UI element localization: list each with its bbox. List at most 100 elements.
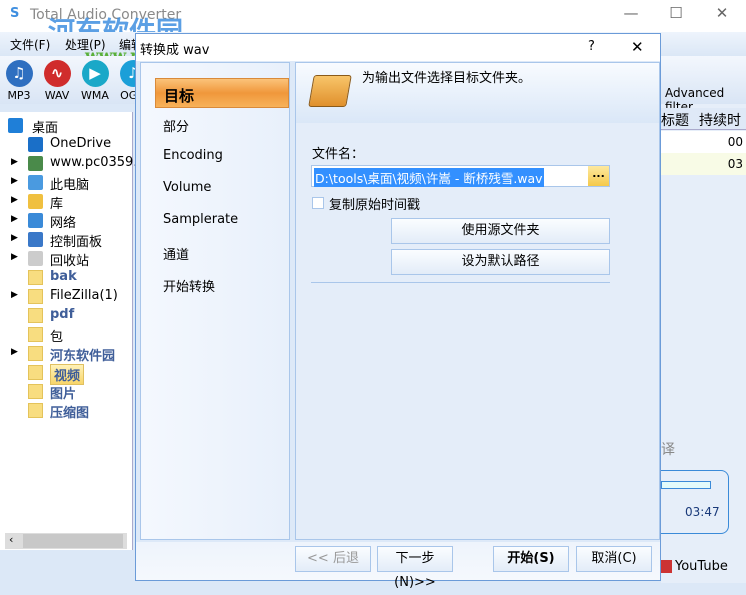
wav-icon: ∿ [43, 60, 71, 87]
divider [311, 282, 610, 283]
set-default-path-button[interactable]: 设为默认路径 [391, 249, 610, 275]
format-label: MP3 [7, 89, 31, 102]
tree-item[interactable]: ▶ 回收站 [0, 249, 133, 269]
tree-item[interactable]: 图片 [0, 382, 133, 402]
tree-item-label: 回收站 [50, 254, 90, 269]
tree-item-label: 此电脑 [50, 178, 90, 193]
nav-item[interactable]: Samplerate [155, 206, 289, 236]
tree-item-label: bak [50, 269, 77, 284]
expand-arrow-icon[interactable]: ▶ [11, 233, 18, 243]
folder-icon [28, 365, 43, 380]
tree-item[interactable]: 包 [0, 325, 133, 345]
expand-arrow-icon[interactable]: ▶ [11, 157, 18, 167]
expand-arrow-icon[interactable]: ▶ [11, 252, 18, 262]
maximize-button[interactable]: ☐ [661, 4, 691, 26]
nav-item[interactable]: 通道 [155, 238, 289, 268]
tree-item-label: pdf [50, 307, 75, 322]
dialog-title-bar: 转换成 wav ? ✕ [136, 34, 660, 61]
wizard-nav: 目标 部分 Encoding Volume Samplerate 通道 开始转换 [140, 62, 290, 540]
copy-timestamp-label: 复制原始时间戳 [329, 198, 421, 213]
column-duration[interactable]: 持续时 [699, 110, 741, 130]
folder-icon [28, 327, 43, 342]
youtube-button[interactable]: YouTube [675, 559, 728, 574]
tree-item[interactable]: ▶ 库 [0, 192, 133, 212]
tab-fragment[interactable]: 译 [661, 439, 675, 459]
format-button-wma[interactable]: ▶ WMA [78, 60, 112, 102]
tree-item[interactable]: ▶ 网络 [0, 211, 133, 231]
nav-item[interactable]: 目标 [155, 78, 289, 108]
tree-item-label: OneDrive [50, 136, 112, 151]
header-text: 为输出文件选择目标文件夹。 [362, 71, 532, 86]
recycle-bin-icon [28, 251, 43, 266]
next-button[interactable]: 下一步(N)>> [377, 546, 453, 590]
youtube-icon [661, 560, 672, 573]
nav-item[interactable]: 部分 [155, 110, 289, 140]
player-panel: 03:47 [661, 470, 729, 534]
filename-label: 文件名： [312, 147, 365, 162]
nav-item[interactable]: 开始转换 [155, 270, 289, 300]
help-button[interactable]: ? [588, 39, 595, 54]
tree-item-label: 网络 [50, 216, 77, 231]
network-icon [28, 213, 43, 228]
table-row[interactable]: 03 [661, 153, 746, 175]
back-button[interactable]: << 后退 [295, 546, 371, 572]
convert-dialog: 转换成 wav ? ✕ 目标 部分 Encoding Volume Samplerate… [135, 33, 661, 590]
copy-timestamp-checkbox[interactable] [312, 197, 324, 209]
mp3-icon: ♫ [5, 60, 33, 87]
filename-input[interactable]: D:\tools\桌面\视频\许嵩 - 断桥残雪.wav ... [311, 165, 610, 187]
menu-file[interactable]: 文件(F) [10, 36, 50, 53]
tree-item-label: 河东软件园 [50, 349, 116, 364]
tree-item-label: 包 [50, 330, 64, 345]
tree-item[interactable]: OneDrive [0, 135, 133, 154]
tree-item[interactable]: ▶ 河东软件园 [0, 344, 133, 364]
dialog-footer: << 后退 下一步(N)>> 开始(S) 取消(C) [136, 542, 660, 590]
expand-arrow-icon[interactable]: ▶ [11, 290, 18, 300]
tree-item[interactable]: 桌面 [0, 116, 133, 136]
browse-button[interactable]: ... [588, 166, 609, 186]
folder-icon [28, 308, 43, 323]
nav-item[interactable]: Encoding [155, 142, 289, 172]
format-button-wav[interactable]: ∿ WAV [40, 60, 74, 102]
tree-item-label: www.pc0359.c [50, 155, 145, 170]
expand-arrow-icon[interactable]: ▶ [11, 195, 18, 205]
progress-bar[interactable] [661, 481, 711, 489]
folder-icon [28, 403, 43, 418]
dialog-close-button[interactable]: ✕ [631, 38, 644, 56]
expand-arrow-icon[interactable]: ▶ [11, 214, 18, 224]
tree-item[interactable]: ▶ FileZilla(1) [0, 287, 133, 306]
nav-item[interactable]: Volume [155, 174, 289, 204]
folder-icon [28, 289, 43, 304]
table-row[interactable]: 00 [661, 131, 746, 153]
row-duration: 03 [727, 157, 743, 171]
tree-item-label: 桌面 [32, 121, 59, 136]
tree-item-label: 压缩图 [50, 406, 90, 421]
tree-item[interactable]: bak [0, 268, 133, 287]
expand-arrow-icon[interactable]: ▶ [11, 347, 18, 357]
control-panel-icon [28, 232, 43, 247]
tree-item-label: 库 [50, 197, 64, 212]
tree-item[interactable]: 压缩图 [0, 401, 133, 421]
computer-icon [28, 175, 43, 190]
tree-horizontal-scrollbar[interactable]: ‹ [5, 533, 127, 549]
expand-arrow-icon[interactable]: ▶ [11, 176, 18, 186]
app-logo-icon: S [10, 6, 20, 21]
desktop-icon [8, 118, 23, 133]
tree-item[interactable]: ▶ www.pc0359.c [0, 154, 145, 173]
folder-icon [308, 75, 352, 107]
tree-item[interactable]: 视频 [0, 363, 133, 385]
file-list-panel: Advanced filter 标题 持续时 00 03 译 03:47 You… [661, 86, 746, 583]
minimize-button[interactable]: — [616, 4, 646, 26]
format-button-mp3[interactable]: ♫ MP3 [2, 60, 36, 102]
tree-item[interactable]: ▶ 此电脑 [0, 173, 133, 193]
column-title[interactable]: 标题 [661, 110, 689, 130]
close-button[interactable]: ✕ [707, 4, 737, 26]
start-button[interactable]: 开始(S) [493, 546, 569, 572]
tree-item-label: FileZilla(1) [50, 288, 118, 303]
time-display: 03:47 [685, 505, 720, 519]
use-source-folder-button[interactable]: 使用源文件夹 [391, 218, 610, 244]
format-label: WMA [81, 89, 109, 102]
tree-item[interactable]: pdf [0, 306, 133, 325]
tree-item[interactable]: ▶ 控制面板 [0, 230, 133, 250]
folder-tree[interactable]: 桌面 OneDrive ▶ www.pc0359.c ▶ 此电脑 ▶ 库 ▶ 网络 ▶ 控制面板 ▶ 回收… [0, 112, 145, 550]
cancel-button[interactable]: 取消(C) [576, 546, 652, 572]
